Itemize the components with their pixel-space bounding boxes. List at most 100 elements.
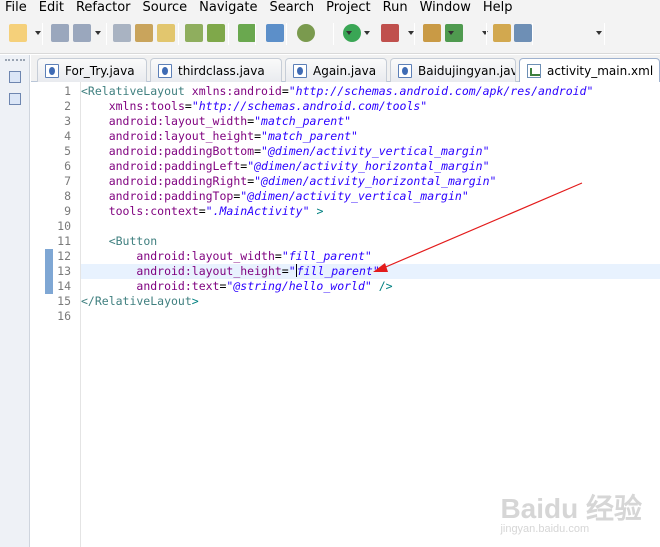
menu-file[interactable]: File bbox=[0, 0, 33, 16]
search-icon[interactable] bbox=[514, 24, 532, 42]
dropdown-chevron-icon[interactable] bbox=[596, 31, 602, 35]
code-area[interactable]: <RelativeLayout xmlns:android="http://sc… bbox=[81, 82, 660, 547]
xml-file-icon bbox=[527, 64, 541, 78]
code-line[interactable]: android:layout_height="match_parent" bbox=[81, 129, 660, 144]
code-line[interactable]: android:paddingTop="@dimen/activity_vert… bbox=[81, 189, 660, 204]
line-number: 8 bbox=[64, 189, 71, 203]
change-marker bbox=[45, 264, 53, 279]
toolbar-separator bbox=[42, 23, 43, 45]
menu-search[interactable]: Search bbox=[263, 0, 320, 16]
toolbar-separator bbox=[286, 23, 287, 45]
menu-window[interactable]: Window bbox=[414, 0, 477, 16]
current-code-line[interactable]: android:layout_height="fill_parent" bbox=[81, 264, 660, 279]
toolbar-separator bbox=[486, 23, 487, 45]
java-file-icon bbox=[45, 63, 59, 78]
dropdown-chevron-icon[interactable] bbox=[364, 31, 370, 35]
line-number: 16 bbox=[57, 309, 71, 323]
toolbar-separator bbox=[106, 23, 107, 45]
debug-icon[interactable] bbox=[297, 24, 315, 42]
tab-thirdclass-java[interactable]: thirdclass.java bbox=[150, 58, 282, 82]
dropdown-chevron-icon[interactable] bbox=[95, 31, 101, 35]
toolbar-separator bbox=[333, 23, 334, 45]
trim-drag-handle[interactable] bbox=[5, 59, 25, 61]
gutter-divider bbox=[80, 82, 81, 547]
save-all-icon[interactable] bbox=[73, 24, 91, 42]
code-line[interactable]: android:text="@string/hello_world" /> bbox=[81, 279, 660, 294]
change-marker bbox=[45, 279, 53, 294]
code-line[interactable] bbox=[81, 309, 660, 324]
code-line[interactable]: tools:context=".MainActivity" > bbox=[81, 204, 660, 219]
save-icon[interactable] bbox=[51, 24, 69, 42]
dropdown-chevron-icon[interactable] bbox=[346, 31, 352, 35]
change-marker bbox=[45, 249, 53, 264]
toolbar-separator bbox=[532, 23, 533, 45]
line-number: 5 bbox=[64, 144, 71, 158]
print-icon[interactable] bbox=[113, 24, 131, 42]
tab-activity-main-xml[interactable]: activity_main.xml bbox=[519, 58, 660, 83]
menu-run[interactable]: Run bbox=[377, 0, 414, 16]
open-perspective-icon[interactable] bbox=[493, 24, 511, 42]
tab-again-java[interactable]: Again.java bbox=[285, 58, 387, 82]
java-file-icon bbox=[398, 63, 412, 78]
code-line[interactable]: android:layout_width="match_parent" bbox=[81, 114, 660, 129]
line-number-gutter: 1 2 3 4 5 6 7 8 9 10 11 12 13 14 15 16 bbox=[45, 82, 80, 547]
open-type-icon[interactable] bbox=[135, 24, 153, 42]
code-line[interactable]: android:layout_width="fill_parent" bbox=[81, 249, 660, 264]
java-file-icon bbox=[293, 63, 307, 78]
package-explorer-icon[interactable] bbox=[9, 93, 21, 105]
line-number: 10 bbox=[57, 219, 71, 233]
text-cursor bbox=[295, 264, 297, 277]
android-sdk-icon[interactable] bbox=[207, 24, 225, 42]
toolbar-separator bbox=[604, 23, 605, 45]
code-line[interactable]: android:paddingRight="@dimen/activity_ho… bbox=[81, 174, 660, 189]
next-annotation-icon[interactable] bbox=[185, 24, 203, 42]
tab-for-try-java[interactable]: For_Try.java bbox=[37, 58, 147, 82]
tab-label: thirdclass.java bbox=[178, 63, 265, 78]
code-line[interactable]: <Button bbox=[81, 234, 660, 249]
java-file-icon bbox=[158, 63, 172, 78]
menu-project[interactable]: Project bbox=[320, 0, 376, 16]
dropdown-chevron-icon[interactable] bbox=[448, 31, 454, 35]
watermark-url: jingyan.baidu.com bbox=[500, 523, 590, 535]
code-line[interactable]: android:paddingLeft="@dimen/activity_hor… bbox=[81, 159, 660, 174]
tab-label: For_Try.java bbox=[65, 63, 135, 78]
tab-label: activity_main.xml bbox=[547, 64, 654, 78]
menu-source[interactable]: Source bbox=[137, 0, 194, 16]
code-line[interactable]: </RelativeLayout> bbox=[81, 294, 660, 309]
line-number: 3 bbox=[64, 114, 71, 128]
new-package-icon[interactable] bbox=[423, 24, 441, 42]
overview-ruler bbox=[31, 82, 45, 547]
open-task-icon[interactable] bbox=[157, 24, 175, 42]
code-line[interactable]: android:paddingBottom="@dimen/activity_v… bbox=[81, 144, 660, 159]
external-tools-icon[interactable] bbox=[381, 24, 399, 42]
line-number: 6 bbox=[64, 159, 71, 173]
xml-editor[interactable]: 1 2 3 4 5 6 7 8 9 10 11 12 13 14 15 16 <RelativeLayout … bbox=[31, 82, 660, 547]
android-lint-icon[interactable] bbox=[266, 24, 284, 42]
line-number: 7 bbox=[64, 174, 71, 188]
toolbar-separator bbox=[255, 23, 256, 45]
code-line[interactable] bbox=[81, 219, 660, 234]
tab-label: Again.java bbox=[313, 63, 377, 78]
menu-refactor[interactable]: Refactor bbox=[70, 0, 137, 16]
menu-navigate[interactable]: Navigate bbox=[193, 0, 263, 16]
checklist-icon[interactable] bbox=[238, 24, 256, 42]
left-trim-stack bbox=[0, 55, 30, 547]
menu-edit[interactable]: Edit bbox=[33, 0, 70, 16]
code-line[interactable]: <RelativeLayout xmlns:android="http://sc… bbox=[81, 84, 660, 99]
main-toolbar bbox=[0, 16, 660, 54]
line-number: 11 bbox=[57, 234, 71, 248]
line-number: 9 bbox=[64, 204, 71, 218]
baidu-watermark-logo: Baidu 经验 jingyan.baidu.com bbox=[500, 495, 642, 536]
restore-view-icon[interactable] bbox=[9, 71, 21, 83]
menu-help[interactable]: Help bbox=[477, 0, 519, 16]
toolbar-separator bbox=[178, 23, 179, 45]
tab-baidujingyan-java[interactable]: Baidujingyan.java bbox=[390, 58, 516, 82]
dropdown-chevron-icon[interactable] bbox=[35, 31, 41, 35]
editor-tab-bar: For_Try.java thirdclass.java Again.java Bai… bbox=[31, 55, 660, 83]
line-number: 4 bbox=[64, 129, 71, 143]
new-wizard-icon[interactable] bbox=[9, 24, 27, 42]
code-line[interactable]: xmlns:tools="http://schemas.android.com/… bbox=[81, 99, 660, 114]
toolbar-separator bbox=[228, 23, 229, 45]
line-number: 2 bbox=[64, 99, 71, 113]
dropdown-chevron-icon[interactable] bbox=[482, 31, 488, 35]
